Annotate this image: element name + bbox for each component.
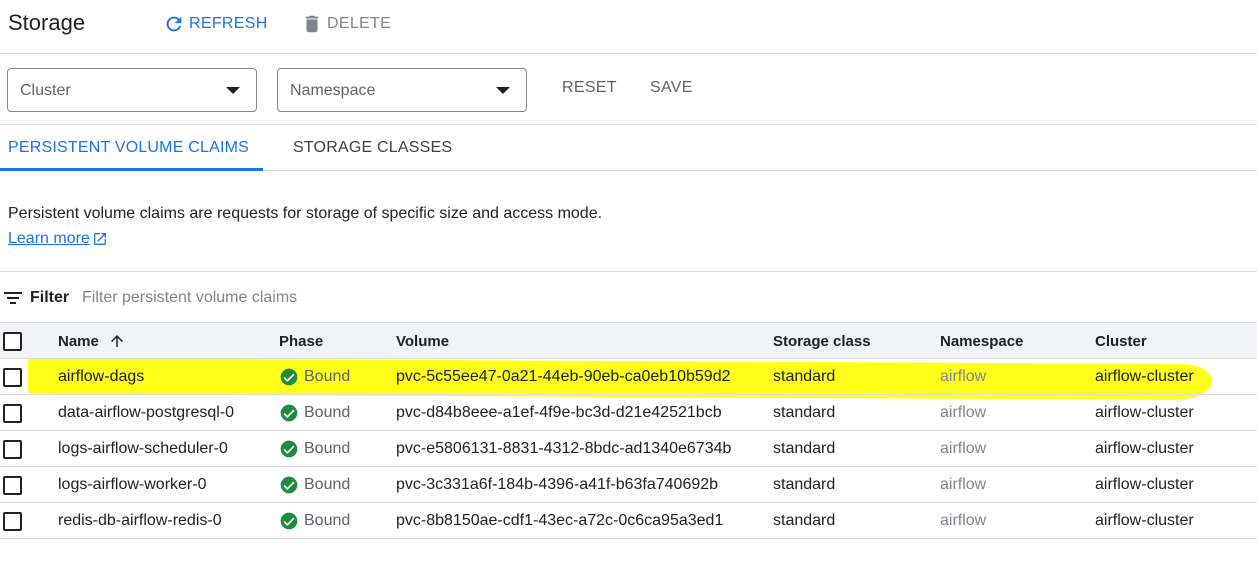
- pvc-name[interactable]: redis-db-airflow-redis-0: [58, 512, 222, 530]
- filter-label: Filter: [30, 289, 70, 306]
- phase-text: Bound: [304, 476, 351, 493]
- phase-cell: Bound: [279, 403, 350, 423]
- pvc-table: Name Phase Volume Storage class Namespac…: [0, 323, 1257, 539]
- filter-icon[interactable]: [4, 290, 22, 306]
- storage-class[interactable]: standard: [773, 512, 835, 530]
- namespace: airflow: [940, 404, 987, 421]
- cluster-name[interactable]: airflow-cluster: [1095, 368, 1194, 386]
- pvc-name[interactable]: logs-airflow-scheduler-0: [58, 440, 228, 458]
- reset-button[interactable]: RESET: [562, 79, 617, 97]
- column-header-storage-class[interactable]: Storage class: [773, 333, 871, 350]
- phase-text: Bound: [304, 404, 351, 421]
- caret-down-icon: [226, 87, 240, 94]
- phase-text: Bound: [304, 512, 351, 529]
- save-button[interactable]: SAVE: [650, 79, 693, 97]
- delete-button[interactable]: DELETE: [301, 12, 391, 36]
- filter-input[interactable]: [82, 286, 582, 310]
- tab-bar: PERSISTENT VOLUME CLAIMS STORAGE CLASSES: [0, 125, 1257, 171]
- cluster-name[interactable]: airflow-cluster: [1095, 440, 1194, 458]
- namespace: airflow: [940, 368, 987, 385]
- column-header-cluster[interactable]: Cluster: [1095, 333, 1147, 350]
- column-header-namespace[interactable]: Namespace: [940, 333, 1023, 350]
- namespace-select-label: Namespace: [290, 82, 376, 99]
- cluster-name[interactable]: airflow-cluster: [1095, 476, 1194, 494]
- learn-more-link[interactable]: Learn more: [8, 230, 108, 248]
- pvc-description: Persistent volume claims are requests fo…: [8, 205, 603, 222]
- storage-class[interactable]: standard: [773, 476, 835, 494]
- check-circle-icon: [280, 368, 298, 386]
- caret-down-icon: [496, 87, 510, 94]
- learn-more-label: Learn more: [8, 230, 90, 247]
- namespace: airflow: [940, 512, 987, 529]
- cluster-select-label: Cluster: [20, 82, 71, 99]
- storage-class[interactable]: standard: [773, 404, 835, 422]
- phase-cell: Bound: [279, 439, 350, 459]
- table-row[interactable]: data-airflow-postgresql-0 Bound pvc-d84b…: [0, 395, 1257, 431]
- pvc-name[interactable]: airflow-dags: [58, 368, 144, 386]
- page-title: Storage: [8, 10, 86, 35]
- cluster-name[interactable]: airflow-cluster: [1095, 404, 1194, 422]
- column-header-phase[interactable]: Phase: [279, 333, 323, 350]
- row-checkbox[interactable]: [3, 404, 22, 423]
- check-circle-icon: [280, 440, 298, 458]
- check-circle-icon: [280, 404, 298, 422]
- volume-name[interactable]: pvc-d84b8eee-a1ef-4f9e-bc3d-d21e42521bcb: [396, 404, 722, 422]
- trash-icon: [305, 15, 319, 33]
- table-row[interactable]: airflow-dags Bound pvc-5c55ee47-0a21-44e…: [0, 359, 1257, 395]
- volume-name[interactable]: pvc-8b8150ae-cdf1-43ec-a72c-0c6ca95a3ed1: [396, 512, 723, 530]
- cluster-namespace-filters: Cluster Namespace RESET SAVE: [0, 55, 1257, 125]
- row-checkbox[interactable]: [3, 440, 22, 459]
- namespace: airflow: [940, 476, 987, 493]
- external-link-icon: [93, 233, 106, 245]
- delete-label: DELETE: [327, 15, 392, 32]
- column-header-name[interactable]: Name: [58, 333, 99, 350]
- refresh-icon: [166, 16, 182, 32]
- table-row[interactable]: logs-airflow-scheduler-0 Bound pvc-e5806…: [0, 431, 1257, 467]
- phase-cell: Bound: [279, 475, 350, 495]
- row-checkbox[interactable]: [3, 476, 22, 495]
- tab-persistent-volume-claims[interactable]: PERSISTENT VOLUME CLAIMS: [0, 125, 263, 171]
- table-row[interactable]: logs-airflow-worker-0 Bound pvc-3c331a6f…: [0, 467, 1257, 503]
- cluster-select[interactable]: Cluster: [7, 68, 257, 112]
- namespace-select[interactable]: Namespace: [277, 68, 527, 112]
- pvc-name[interactable]: data-airflow-postgresql-0: [58, 404, 234, 422]
- select-all-checkbox[interactable]: [3, 332, 22, 351]
- pvc-name[interactable]: logs-airflow-worker-0: [58, 476, 206, 494]
- storage-class[interactable]: standard: [773, 368, 835, 386]
- table-filter-bar: Filter: [0, 271, 1257, 323]
- refresh-label: REFRESH: [189, 15, 268, 32]
- refresh-button[interactable]: REFRESH: [163, 12, 268, 36]
- page-header: Storage REFRESH DELETE: [0, 0, 1257, 54]
- phase-text: Bound: [304, 368, 351, 385]
- namespace: airflow: [940, 440, 987, 457]
- volume-name[interactable]: pvc-e5806131-8831-4312-8bdc-ad1340e6734b: [396, 440, 731, 458]
- phase-text: Bound: [304, 440, 351, 457]
- tab-storage-classes[interactable]: STORAGE CLASSES: [293, 125, 452, 171]
- phase-cell: Bound: [279, 367, 350, 387]
- row-checkbox[interactable]: [3, 512, 22, 531]
- cluster-name[interactable]: airflow-cluster: [1095, 512, 1194, 530]
- check-circle-icon: [280, 512, 298, 530]
- volume-name[interactable]: pvc-3c331a6f-184b-4396-a41f-b63fa740692b: [396, 476, 718, 494]
- row-checkbox[interactable]: [3, 368, 22, 387]
- storage-class[interactable]: standard: [773, 440, 835, 458]
- arrow-up-icon[interactable]: [108, 332, 126, 350]
- column-header-volume[interactable]: Volume: [396, 333, 449, 350]
- table-row[interactable]: redis-db-airflow-redis-0 Bound pvc-8b815…: [0, 503, 1257, 539]
- volume-name[interactable]: pvc-5c55ee47-0a21-44eb-90eb-ca0eb10b59d2: [396, 368, 731, 386]
- phase-cell: Bound: [279, 511, 350, 531]
- check-circle-icon: [280, 476, 298, 494]
- table-header: Name Phase Volume Storage class Namespac…: [0, 323, 1257, 359]
